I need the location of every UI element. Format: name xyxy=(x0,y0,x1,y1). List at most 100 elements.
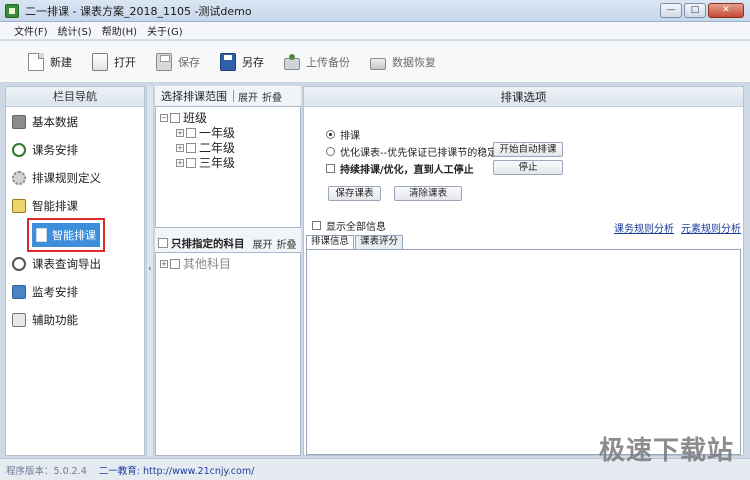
save-label: 保存 xyxy=(178,55,200,69)
sidebar-item-rules[interactable]: 排课规则定义 xyxy=(12,167,101,189)
sidebar-item-label: 排课规则定义 xyxy=(32,171,101,185)
tools-icon xyxy=(12,313,26,327)
open-folder-icon xyxy=(92,52,108,71)
document-icon xyxy=(36,228,47,242)
tree-node-other-subjects[interactable]: + 其他科目 xyxy=(160,255,231,272)
search-icon xyxy=(12,257,26,271)
sidebar-subitem-label: 智能排课 xyxy=(52,229,96,242)
continuous-checkbox-label: 持续排课/优化，直到人工停止 xyxy=(340,165,474,176)
continuous-checkbox-option[interactable]: 持续排课/优化，直到人工停止 xyxy=(326,161,474,176)
open-button[interactable]: 打开 xyxy=(92,49,136,75)
sidebar-item-label: 基本数据 xyxy=(32,115,78,129)
schedule-radio-label: 排课 xyxy=(340,131,360,142)
new-label: 新建 xyxy=(50,55,72,69)
sidebar-item-label: 智能排课 xyxy=(32,199,78,213)
expand-node-icon[interactable]: + xyxy=(176,158,184,167)
upload-backup-label: 上传备份 xyxy=(306,55,350,69)
sidebar: 栏目导航 基本数据 课务安排 排课规则定义 智能排课 智能排课 课表查询导出 监… xyxy=(5,86,145,456)
panel-splitter[interactable]: ‹ xyxy=(146,86,154,456)
sidebar-subitem-smart-schedule[interactable]: 智能排课 xyxy=(27,218,105,252)
save-disk-icon xyxy=(156,52,172,71)
tree-node-label: 三年级 xyxy=(199,156,236,170)
collapse-node-icon[interactable]: − xyxy=(160,113,168,122)
sidebar-item-smart-schedule[interactable]: 智能排课 xyxy=(12,195,78,217)
save-table-button[interactable]: 保存课表 xyxy=(328,186,381,201)
collapse-arrow-icon[interactable]: ‹ xyxy=(148,264,152,274)
save-button[interactable]: 保存 xyxy=(156,49,200,75)
save-as-label: 另存 xyxy=(242,55,264,69)
menu-statistics[interactable]: 统计(S) xyxy=(58,23,92,38)
sidebar-item-label: 课务安排 xyxy=(32,143,78,157)
sidebar-item-basic-data[interactable]: 基本数据 xyxy=(12,111,78,133)
expand-node-icon[interactable]: + xyxy=(160,259,168,268)
new-doc-icon xyxy=(28,52,44,71)
sidebar-item-exam-proctor[interactable]: 监考安排 xyxy=(12,281,78,303)
app-logo-icon xyxy=(5,3,19,18)
window-title: 二一排课 - 课表方案_2018_1105 -测试demo xyxy=(25,4,252,18)
stop-button[interactable]: 停止 xyxy=(493,160,563,175)
upload-backup-button[interactable]: 上传备份 xyxy=(284,49,350,75)
gear-icon xyxy=(12,171,26,185)
restore-data-button[interactable]: 数据恢复 xyxy=(370,49,436,75)
save-as-disk-icon xyxy=(220,52,236,71)
tab-schedule-info[interactable]: 排课信息 xyxy=(306,235,355,249)
sidebar-item-label: 辅助功能 xyxy=(32,313,78,327)
expand-node-icon[interactable]: + xyxy=(176,128,184,137)
schedule-radio-option[interactable]: 排课 xyxy=(326,127,360,142)
options-panel: 排课选项 排课 优化课表--优先保证已排课节的稳定 持续排课/优化，直到人工停止… xyxy=(303,86,744,456)
monitor-icon xyxy=(12,285,26,299)
clock-icon xyxy=(12,143,26,157)
minimize-button[interactable]: — xyxy=(660,3,682,18)
schedule-radio[interactable] xyxy=(326,130,335,139)
menu-bar: 文件(F) 统计(S) 帮助(H) 关于(G) xyxy=(0,22,750,40)
course-rule-analysis-link[interactable]: 课务规则分析 xyxy=(614,220,674,235)
database-icon xyxy=(12,115,26,129)
tree-node-label: 其他科目 xyxy=(183,257,232,271)
pencil-icon xyxy=(12,199,26,213)
range-panel: 选择排课范围 展开 折叠 − 班级 + 一年级 + 二年级 + 三年级 只排指定… xyxy=(155,86,301,456)
subject-tree: + 其他科目 xyxy=(155,252,301,456)
tab-table-score[interactable]: 课表评分 xyxy=(355,235,404,249)
expand-node-icon[interactable]: + xyxy=(176,143,184,152)
maximize-button[interactable]: □ xyxy=(684,3,706,18)
range-expand-button[interactable]: 展开 xyxy=(238,89,258,104)
sidebar-item-label: 课表查询导出 xyxy=(32,257,101,271)
version-text: 程序版本：5.0.2.4 xyxy=(6,465,87,477)
range-panel-title: 选择排课范围 xyxy=(161,90,227,103)
menu-file[interactable]: 文件(F) xyxy=(14,23,48,38)
range-panel-header: 选择排课范围 展开 折叠 xyxy=(155,86,301,106)
show-all-info-option[interactable]: 显示全部信息 xyxy=(312,218,386,233)
start-auto-schedule-button[interactable]: 开始自动排课 xyxy=(493,142,563,157)
menu-about[interactable]: 关于(G) xyxy=(147,23,183,38)
element-rule-analysis-link[interactable]: 元素规则分析 xyxy=(681,220,741,235)
subject-expand-button[interactable]: 展开 xyxy=(253,236,273,251)
watermark: 极速下载站 xyxy=(598,436,734,466)
sidebar-subitem-selected: 智能排课 xyxy=(32,223,100,247)
optimize-radio-option[interactable]: 优化课表--优先保证已排课节的稳定 xyxy=(326,144,497,159)
open-label: 打开 xyxy=(114,55,136,69)
info-tabs: 排课信息 课表评分 xyxy=(306,235,404,249)
tree-node-grade-3[interactable]: + 三年级 xyxy=(176,154,235,171)
save-as-button[interactable]: 另存 xyxy=(220,49,264,75)
new-button[interactable]: 新建 xyxy=(28,49,72,75)
tree-checkbox[interactable] xyxy=(186,157,196,168)
sidebar-item-aux-functions[interactable]: 辅助功能 xyxy=(12,309,78,331)
tree-checkbox[interactable] xyxy=(170,258,180,269)
tree-checkbox[interactable] xyxy=(186,142,196,153)
show-all-info-checkbox[interactable] xyxy=(312,221,321,230)
class-tree: − 班级 + 一年级 + 二年级 + 三年级 xyxy=(155,106,301,228)
schedule-info-area[interactable] xyxy=(306,249,741,455)
range-collapse-button[interactable]: 折叠 xyxy=(262,89,282,104)
tree-checkbox[interactable] xyxy=(186,127,196,138)
optimize-radio[interactable] xyxy=(326,147,335,156)
sidebar-item-course-tasks[interactable]: 课务安排 xyxy=(12,139,78,161)
close-button[interactable]: ✕ xyxy=(708,3,744,18)
toolbar: 新建 打开 保存 另存 上传备份 数据恢复 xyxy=(0,41,750,83)
sidebar-item-query-export[interactable]: 课表查询导出 xyxy=(12,253,101,275)
continuous-checkbox[interactable] xyxy=(326,164,335,173)
subject-collapse-button[interactable]: 折叠 xyxy=(277,236,297,251)
only-specified-checkbox[interactable] xyxy=(158,238,168,248)
clear-table-button[interactable]: 清除课表 xyxy=(394,186,462,201)
tree-checkbox[interactable] xyxy=(170,112,180,123)
menu-help[interactable]: 帮助(H) xyxy=(102,23,137,38)
